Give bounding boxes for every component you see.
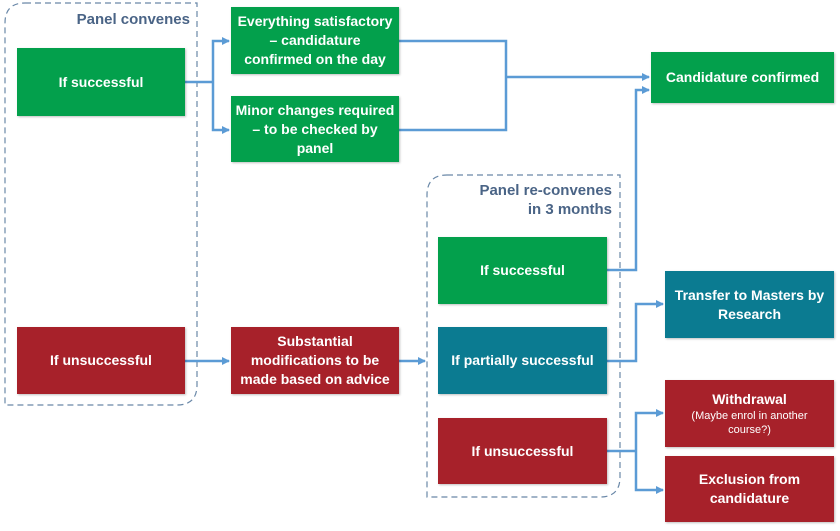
panel2-if-partially-successful-box: If partially successful: [438, 327, 607, 394]
everything-satisfactory-box: Everything satisfactory – candidature co…: [231, 7, 399, 74]
panel-reconvenes-title: Panel re-convenes in 3 months: [440, 181, 612, 219]
minor-changes-box: Minor changes required – to be checked b…: [231, 96, 399, 162]
panel1-if-unsuccessful-box: If unsuccessful: [17, 327, 185, 394]
transfer-masters-box: Transfer to Masters by Research: [665, 271, 834, 338]
connector-partial-to-transfer: [607, 300, 664, 363]
exclusion-box: Exclusion from candidature: [665, 456, 834, 522]
panel1-if-successful-box: If successful: [17, 48, 185, 116]
connector-to-withdrawal: [634, 409, 664, 451]
connector-to-minor: [211, 82, 230, 134]
withdrawal-label: Withdrawal: [712, 391, 787, 407]
withdrawal-box: Withdrawal (Maybe enrol in another cours…: [665, 380, 834, 447]
panel-reconvenes-title-line2: in 3 months: [527, 201, 612, 218]
panel2-if-successful-box: If successful: [438, 237, 607, 304]
connector-to-everything: [211, 37, 230, 82]
connector-success2-to-confirmed: [607, 86, 650, 272]
withdrawal-note: (Maybe enrol in another course?): [691, 410, 808, 436]
candidature-confirmed-box: Candidature confirmed: [651, 52, 834, 103]
substantial-modifications-box: Substantial modifications to be made bas…: [231, 327, 399, 394]
panel-convenes-title: Panel convenes: [76, 11, 190, 28]
connector-everything-merge: [399, 39, 508, 132]
connector-to-exclusion: [634, 451, 664, 494]
panel-reconvenes-title-line1: Panel re-convenes: [479, 182, 612, 199]
panel2-if-unsuccessful-box: If unsuccessful: [438, 418, 607, 484]
flowchart: Panel convenes Panel re-convenes in 3 mo…: [0, 0, 840, 531]
